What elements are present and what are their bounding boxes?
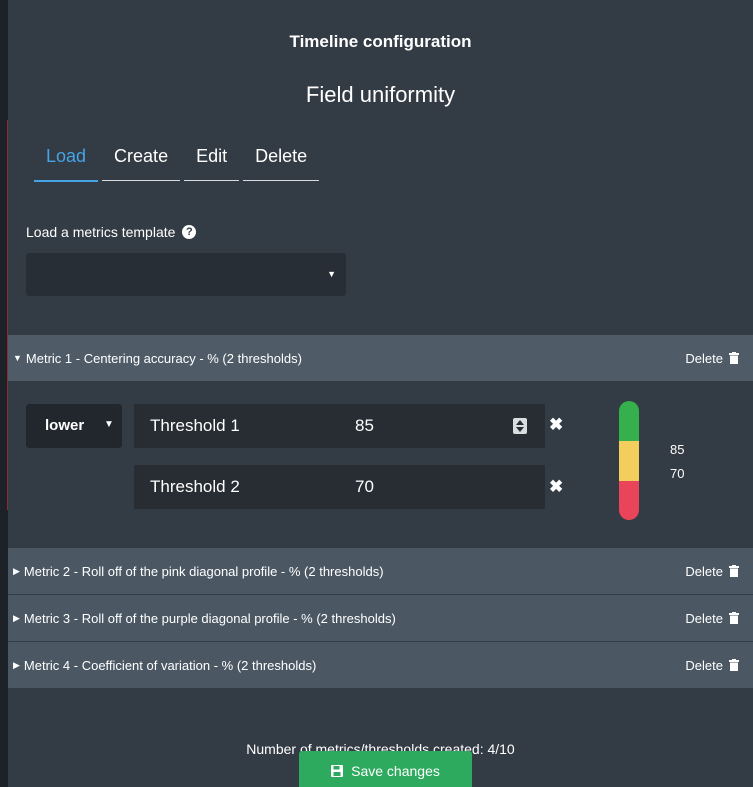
trash-icon: [729, 352, 739, 364]
spinner-icon[interactable]: [513, 418, 527, 434]
caret-down-icon: ▼: [104, 419, 114, 430]
delete-label: Delete: [685, 563, 723, 579]
metric-4-delete-button[interactable]: Delete: [685, 658, 739, 673]
threshold-2-value-field[interactable]: 70: [341, 465, 545, 509]
threshold-2-name-field[interactable]: Threshold 2: [134, 465, 344, 509]
metric-1-label: Metric 1 - Centering accuracy - % (2 thr…: [25, 350, 302, 366]
threshold-2-value: 70: [355, 477, 374, 496]
panel-title: Timeline configuration: [289, 32, 472, 51]
caret-down-icon: ▼: [327, 269, 336, 279]
tab-create[interactable]: Create: [102, 144, 181, 181]
remove-threshold-2-icon[interactable]: ✖: [549, 477, 563, 497]
trash-icon: [729, 612, 739, 624]
caret-right-icon: ▶: [13, 612, 20, 623]
delete-label: Delete: [685, 610, 723, 626]
metric-3-delete-button[interactable]: Delete: [685, 611, 739, 626]
template-label: Load a metrics template: [26, 224, 176, 240]
metric-1-delete-button[interactable]: Delete: [685, 351, 739, 366]
threshold-1-name-field[interactable]: Threshold 1: [134, 404, 344, 448]
template-select[interactable]: ▼: [26, 253, 346, 296]
gauge-segment-green: [619, 401, 639, 441]
remove-threshold-1-icon[interactable]: ✖: [549, 415, 563, 435]
metric-2-label: Metric 2 - Roll off of the pink diagonal…: [23, 563, 384, 579]
caret-down-icon: ▼: [13, 353, 22, 363]
gauge-segment-red: [619, 481, 639, 520]
save-changes-button[interactable]: Save changes: [299, 751, 472, 787]
delete-label: Delete: [685, 350, 723, 366]
metric-1-header[interactable]: ▼ Metric 1 - Centering accuracy - % (2 t…: [8, 335, 753, 381]
question-circle-icon[interactable]: ?: [182, 225, 197, 239]
save-changes-label: Save changes: [351, 763, 440, 779]
threshold-1-value-field[interactable]: 85: [341, 404, 545, 448]
threshold-gauge: [619, 401, 639, 520]
gauge-segment-yellow: [619, 441, 639, 481]
metric-3-label: Metric 3 - Roll off of the purple diagon…: [23, 610, 396, 626]
tab-load[interactable]: Load: [34, 144, 99, 182]
delete-label: Delete: [685, 657, 723, 673]
tab-delete[interactable]: Delete: [243, 144, 320, 181]
metric-4-header[interactable]: ▶ Metric 4 - Coefficient of variation - …: [8, 642, 753, 688]
floppy-disk-icon: [331, 765, 344, 777]
metric-3-header[interactable]: ▶ Metric 3 - Roll off of the purple diag…: [8, 595, 753, 641]
template-label-row: Load a metrics template ?: [26, 224, 197, 240]
caret-right-icon: ▶: [13, 659, 20, 670]
tab-edit[interactable]: Edit: [184, 144, 240, 181]
direction-value: lower: [45, 417, 85, 434]
metric-2-delete-button[interactable]: Delete: [685, 564, 739, 579]
gauge-label-low: 70: [670, 466, 685, 481]
timeline-config-panel: Timeline configuration Field uniformity …: [8, 0, 753, 787]
trash-icon: [729, 565, 739, 577]
trash-icon: [729, 659, 739, 671]
metric-1-body: lower ▼ Threshold 1 85 ✖ Threshold 2 70 …: [8, 381, 753, 547]
metric-4-label: Metric 4 - Coefficient of variation - % …: [23, 657, 317, 673]
panel-subtitle: Field uniformity: [305, 82, 456, 107]
tab-bar: Load Create Edit Delete: [34, 144, 320, 182]
metric-2-header[interactable]: ▶ Metric 2 - Roll off of the pink diagon…: [8, 548, 753, 594]
caret-right-icon: ▶: [13, 565, 20, 576]
direction-select[interactable]: lower ▼: [26, 404, 122, 448]
threshold-1-value: 85: [355, 416, 374, 435]
gauge-label-high: 85: [670, 442, 685, 457]
